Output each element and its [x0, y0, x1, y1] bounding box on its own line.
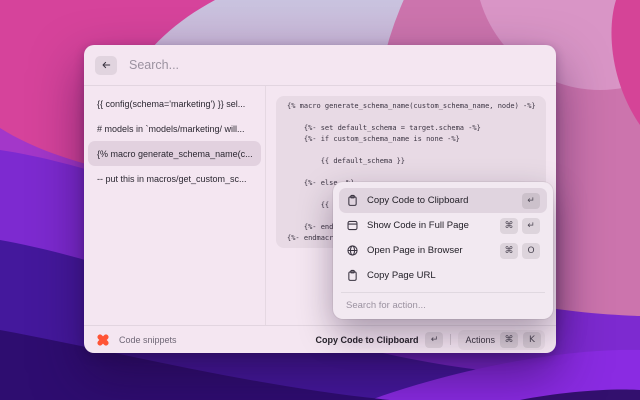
- back-arrow-icon: [102, 61, 111, 69]
- menu-item-label: Open Page in Browser: [367, 245, 463, 256]
- actions-popup: Copy Code to Clipboard ↵ Show Code in Fu…: [333, 182, 553, 319]
- list-item-label: # models in `models/marketing/ will...: [97, 123, 245, 134]
- status-bar-separator: [450, 334, 452, 345]
- search-bar: [84, 45, 556, 86]
- snippet-list: {{ config(schema='marketing') }} sel... …: [84, 86, 265, 325]
- menu-item-shortcut: ⌘ ↵: [500, 217, 540, 234]
- window-icon: [346, 219, 359, 232]
- globe-icon: [346, 244, 359, 257]
- status-bar: Code snippets Copy Code to Clipboard ↵ A…: [84, 325, 556, 353]
- menu-item-label: Copy Page URL: [367, 270, 436, 281]
- menu-item-copy-code[interactable]: Copy Code to Clipboard ↵: [339, 188, 547, 213]
- list-item-selected[interactable]: {% macro generate_schema_name(c...: [88, 141, 261, 166]
- cmd-key-badge: ⌘: [500, 331, 518, 348]
- clipboard-icon: [346, 269, 359, 282]
- list-item-label: -- put this in macros/get_custom_sc...: [97, 173, 247, 184]
- menu-item-open-browser[interactable]: Open Page in Browser ⌘ O: [339, 238, 547, 263]
- menu-item-shortcut: ⌘ O: [500, 242, 540, 259]
- o-key-badge: O: [522, 242, 540, 259]
- return-key-badge: ↵: [522, 217, 540, 234]
- menu-item-label: Copy Code to Clipboard: [367, 195, 469, 206]
- clipboard-icon: [346, 194, 359, 207]
- primary-action-label[interactable]: Copy Code to Clipboard: [315, 335, 418, 345]
- actions-label: Actions: [465, 334, 495, 345]
- actions-button[interactable]: Actions ⌘ K: [458, 329, 545, 350]
- list-item[interactable]: {{ config(schema='marketing') }} sel...: [88, 91, 261, 116]
- status-bar-right: Copy Code to Clipboard ↵ Actions ⌘ K: [315, 329, 545, 350]
- extension-logo-icon: [97, 333, 109, 346]
- menu-item-show-full-page[interactable]: Show Code in Full Page ⌘ ↵: [339, 213, 547, 238]
- k-key-badge: K: [523, 331, 541, 348]
- cmd-key-badge: ⌘: [500, 242, 518, 259]
- search-input[interactable]: [127, 57, 545, 73]
- list-item[interactable]: -- put this in macros/get_custom_sc...: [88, 166, 261, 191]
- return-key-badge: ↵: [522, 192, 540, 209]
- extension-name: Code snippets: [119, 334, 177, 345]
- list-item[interactable]: # models in `models/marketing/ will...: [88, 116, 261, 141]
- action-search-input[interactable]: [339, 293, 547, 311]
- list-item-label: {% macro generate_schema_name(c...: [97, 148, 253, 159]
- back-button[interactable]: [95, 55, 117, 75]
- menu-item-label: Show Code in Full Page: [367, 220, 469, 231]
- list-item-label: {{ config(schema='marketing') }} sel...: [97, 98, 246, 109]
- cmd-key-badge: ⌘: [500, 217, 518, 234]
- menu-item-copy-url[interactable]: Copy Page URL: [339, 263, 547, 288]
- return-key-badge: ↵: [425, 331, 444, 348]
- menu-item-shortcut: ↵: [522, 192, 540, 209]
